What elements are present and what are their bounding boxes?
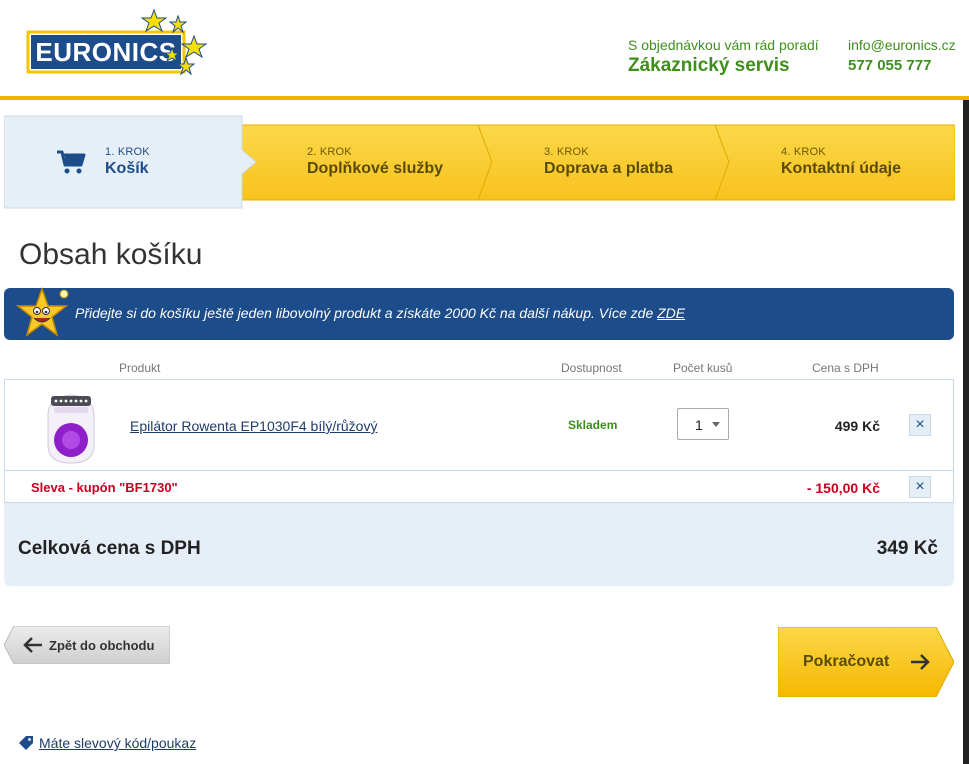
step-2-services[interactable]: 2. KROK Doplňkové služby [307,146,443,178]
total-price: 349 Kč [876,538,938,559]
product-link[interactable]: Epilátor Rowenta EP1030F4 bílý/růžový [130,418,377,434]
header-divider [0,96,969,100]
promo-banner: Přidejte si do košíku ještě jeden libovo… [4,286,954,340]
promo-message: Přidejte si do košíku ještě jeden libovo… [75,305,658,321]
coupon-code-link[interactable]: Máte slevový kód/poukaz [39,735,196,751]
discount-label: Sleva - kupón "BF1730" [31,480,178,495]
product-image[interactable] [38,385,104,465]
step-4-contact[interactable]: 4. KROK Kontaktní údaje [781,146,901,178]
back-button-label: Zpět do obchodu [49,638,155,653]
total-label: Celková cena s DPH [18,538,201,559]
step-number: 3. KROK [544,146,589,158]
availability-status: Skladem [568,418,618,432]
promo-link[interactable]: ZDE [657,305,685,321]
contact-email[interactable]: info@euronics.cz [848,37,956,53]
site-header: EURONICS S objednávkou vám rád poradí Zá… [0,0,969,96]
page-title: Obsah košíku [19,238,203,271]
contact-title: Zákaznický servis [628,55,790,76]
quantity-select[interactable]: 1 [677,408,729,440]
remove-icon[interactable]: × [909,476,931,498]
step-number: 2. KROK [307,146,352,158]
customer-service-block: S objednávkou vám rád poradí Zákaznický … [628,37,819,77]
page-edge [963,100,969,764]
step-label: Doprava a platba [544,160,673,177]
item-price: 499 Kč [834,418,880,434]
contact-tagline: S objednávkou vám rád poradí [628,37,819,53]
chevron-down-icon [712,422,720,427]
step-label: Doplňkové služby [307,160,444,177]
euronics-logo[interactable]: EURONICS [26,8,210,80]
column-header-availability: Dostupnost [561,361,622,375]
tag-icon [19,736,33,750]
quantity-value: 1 [695,417,703,433]
step-label: Kontaktní údaje [781,160,902,177]
column-header-quantity: Počet kusů [673,361,733,375]
step-1-cart[interactable]: 1. KROK Košík [105,146,150,178]
promo-text: Přidejte si do košíku ještě jeden libovo… [75,305,685,321]
star-mascot-icon [15,286,69,337]
step-label: Košík [105,160,149,177]
row-divider [4,470,954,471]
contact-phone[interactable]: 577 055 777 [848,57,956,74]
contact-details: info@euronics.cz 577 055 777 [848,37,956,74]
cart-icon [57,150,86,174]
step-number: 1. KROK [105,146,150,158]
remove-icon[interactable]: × [909,414,931,436]
step-3-shipping[interactable]: 3. KROK Doprava a platba [544,146,673,178]
step-number: 4. KROK [781,146,826,158]
column-header-product: Produkt [119,361,161,375]
column-header-price: Cena s DPH [812,361,879,375]
continue-button-label: Pokračovat [803,653,890,670]
checkout-steps: 1. KROK Košík 2. KROK Doplňkové služby 3… [4,114,955,210]
svg-text:EURONICS: EURONICS [35,37,176,67]
discount-price: - 150,00 Kč [806,480,880,496]
